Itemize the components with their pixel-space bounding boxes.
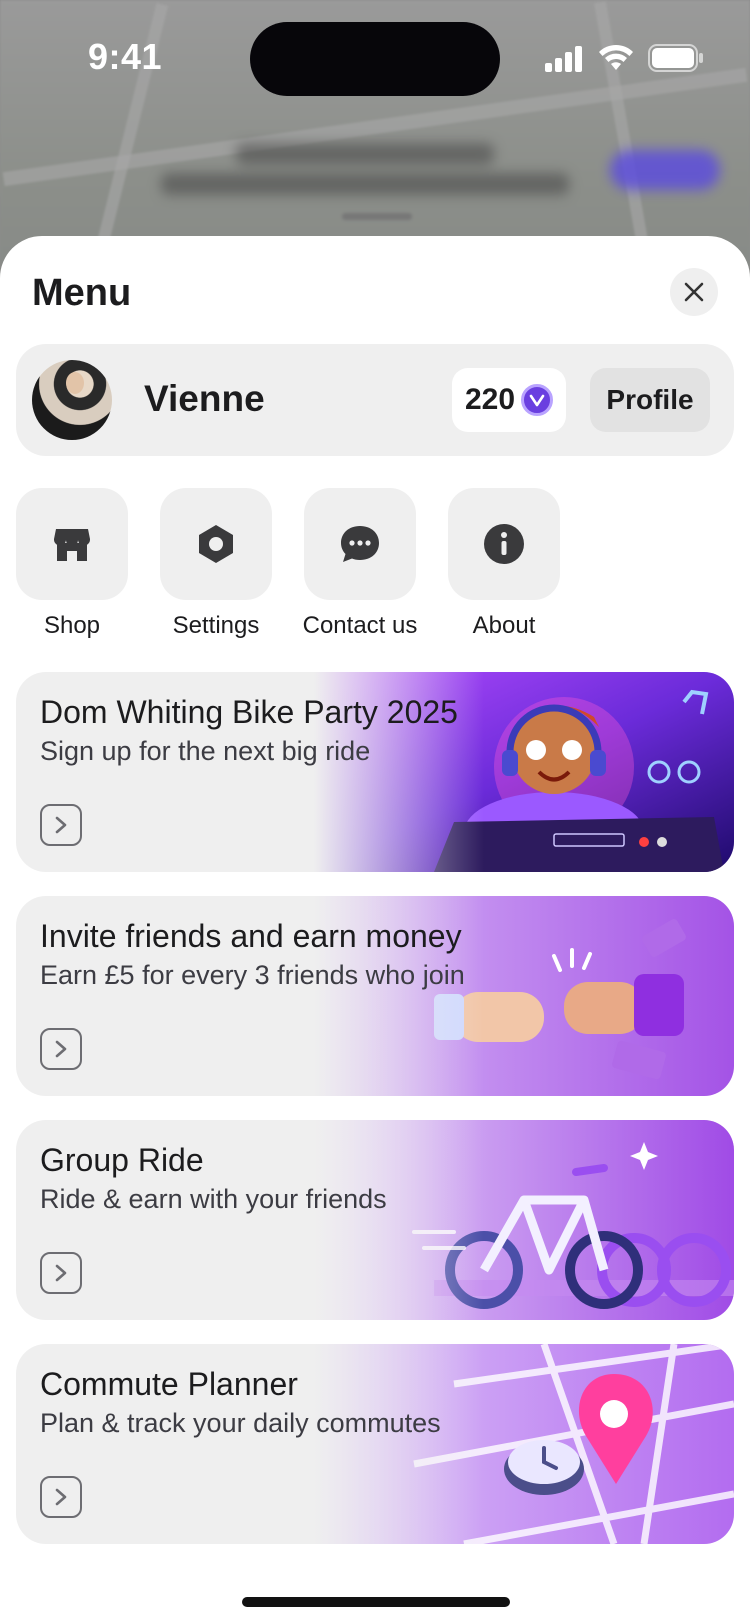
chevron-right-icon [55,1040,67,1058]
status-bar: 9:41 [0,0,750,120]
chevron-right-button[interactable] [40,804,82,846]
profile-name: Vienne [144,378,265,419]
status-time: 9:41 [88,36,163,77]
points-badge[interactable]: 220 [452,368,566,432]
chevron-right-button[interactable] [40,1252,82,1294]
chevron-right-icon [55,816,67,834]
promo-card-invite[interactable]: Invite friends and earn money Earn £5 fo… [16,896,734,1096]
chevron-right-icon [55,1264,67,1282]
chevron-right-icon [55,1488,67,1506]
page-title: Menu [32,272,132,314]
verified-icon [521,384,554,416]
card-subtitle: Ride & earn with your friends [40,1184,387,1214]
signal-icon [545,46,582,72]
card-title: Group Ride [40,1142,204,1178]
card-title: Dom Whiting Bike Party 2025 [40,694,458,730]
quick-action-label: About [472,612,536,639]
quick-action-shop[interactable]: Shop [16,488,128,639]
chat-bubble-icon [341,526,379,562]
card-title: Commute Planner [40,1366,298,1402]
menu-sheet: Menu Vienne 220 Profile Shop Settings Co… [0,236,750,1624]
card-subtitle: Plan & track your daily commutes [40,1408,441,1438]
quick-action-about[interactable]: About [448,488,560,639]
quick-action-contact[interactable]: Contact us [303,488,417,639]
close-button[interactable] [670,268,718,316]
info-icon [484,524,524,564]
card-title: Invite friends and earn money [40,918,462,954]
hexagon-settings-icon [199,525,233,563]
wifi-icon [599,44,633,70]
chevron-right-button[interactable] [40,1028,82,1070]
promo-card-bike-party[interactable]: Dom Whiting Bike Party 2025 Sign up for … [16,672,734,872]
home-indicator[interactable] [242,1597,510,1607]
store-icon [53,529,91,561]
card-subtitle: Earn £5 for every 3 friends who join [40,960,465,990]
points-value: 220 [464,383,516,416]
dynamic-island [250,22,500,96]
quick-action-settings[interactable]: Settings [160,488,272,639]
profile-button[interactable]: Profile [590,368,710,432]
chevron-right-button[interactable] [40,1476,82,1518]
card-subtitle: Sign up for the next big ride [40,736,371,766]
battery-icon [648,44,703,72]
profile-card[interactable]: Vienne 220 Profile [16,344,734,456]
close-icon [684,282,704,302]
avatar [32,360,112,440]
promo-card-group-ride[interactable]: Group Ride Ride & earn with your friends [16,1120,734,1320]
promo-card-commute-planner[interactable]: Commute Planner Plan & track your daily … [16,1344,734,1544]
